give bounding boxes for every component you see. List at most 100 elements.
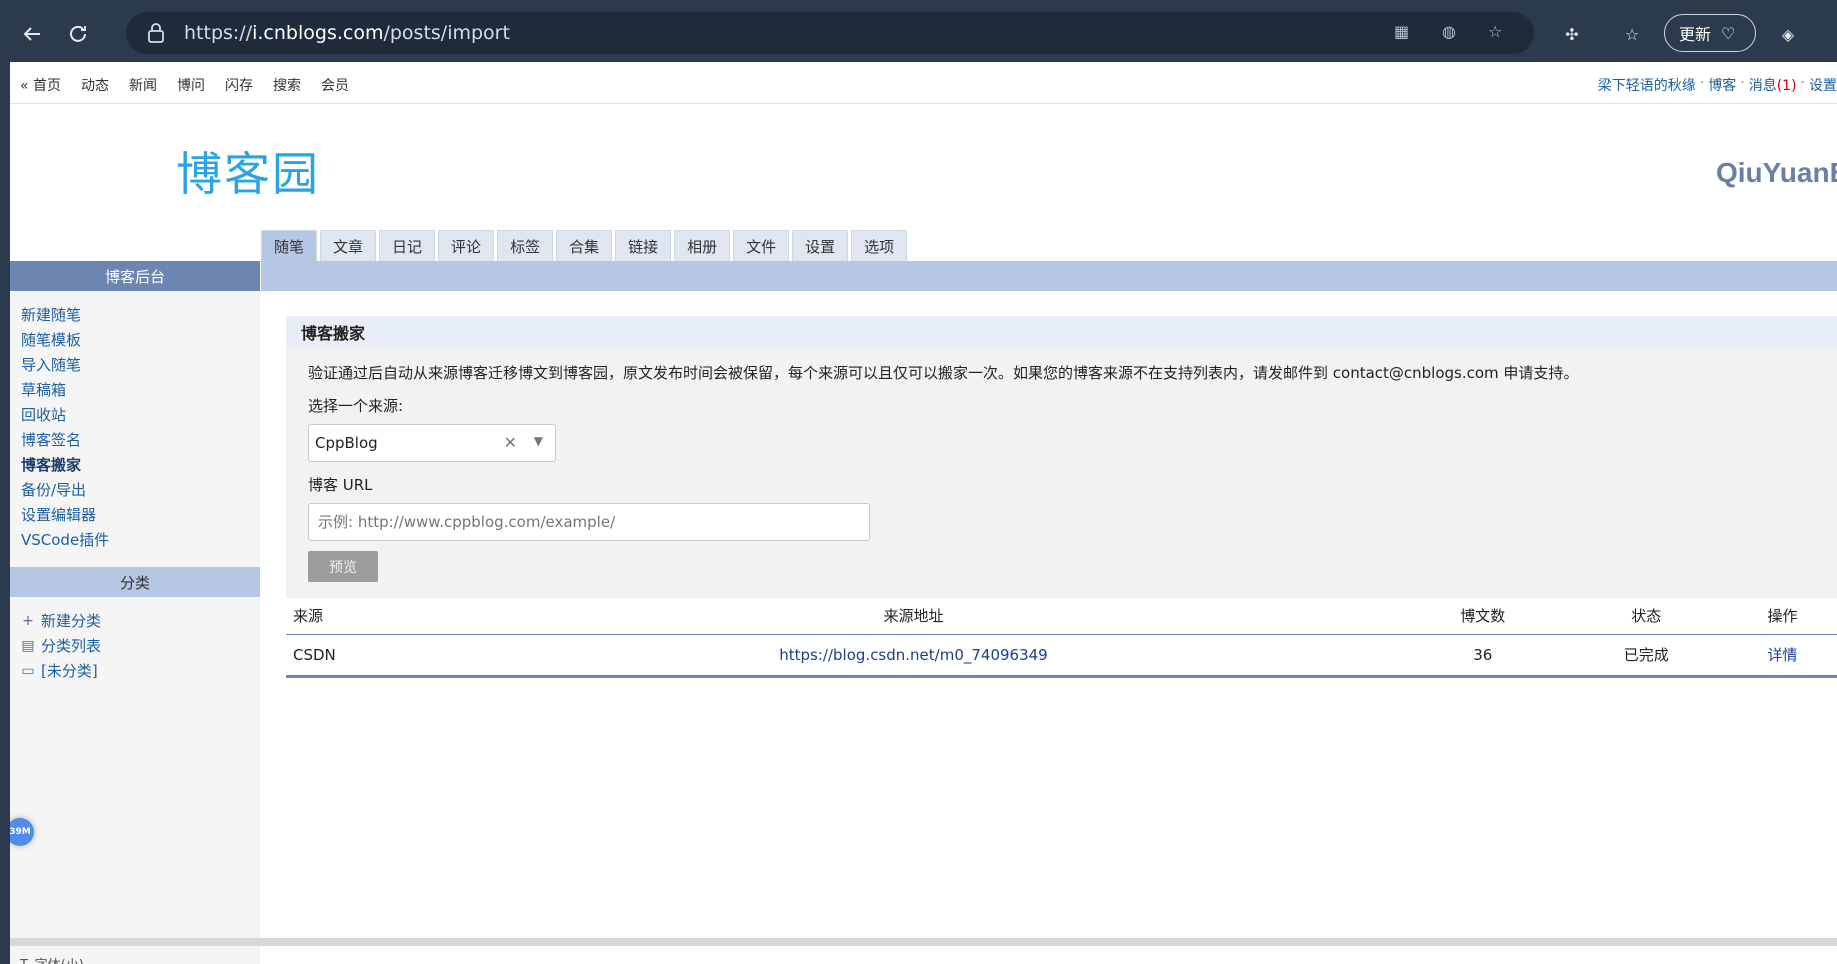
nav-search[interactable]: 搜索	[273, 75, 301, 95]
source-select[interactable]: CppBlog ✕ ▼	[308, 424, 556, 462]
browser-toolbar: https://i.cnblogs.com/posts/import ▦ ◍ ☆…	[0, 0, 1837, 62]
source-value: CppBlog	[315, 434, 378, 452]
import-history-table: 来源 来源地址 博文数 状态 操作 CSDN https://blog.csdn…	[286, 598, 1837, 678]
plus-icon: +	[22, 613, 34, 629]
refresh-button[interactable]	[58, 14, 98, 54]
favorite-star-icon[interactable]: ☆	[1488, 22, 1510, 44]
sidebar-item-new-post[interactable]: 新建随笔	[21, 303, 260, 328]
apps-icon[interactable]: ▦	[1394, 22, 1416, 44]
sidebar-menu: 新建随笔 随笔模板 导入随笔 草稿箱 回收站 博客签名 博客搬家 备份/导出 设…	[10, 291, 260, 553]
cell-address: https://blog.csdn.net/m0_74096349	[426, 634, 1402, 678]
copilot-icon: ◈	[1781, 24, 1795, 44]
extensions-button[interactable]: ✣	[1552, 14, 1592, 54]
sidebar-item-migrate[interactable]: 博客搬家	[21, 453, 260, 478]
table-row: CSDN https://blog.csdn.net/m0_74096349 3…	[286, 634, 1837, 678]
tab-comments[interactable]: 评论	[438, 230, 495, 262]
tab-files[interactable]: 文件	[733, 230, 790, 262]
cell-source: CSDN	[286, 634, 426, 678]
admin-tabs: 随笔 文章 日记 评论 标签 合集 链接 相册 文件 设置 选项	[261, 230, 908, 262]
category-new-label: 新建分类	[41, 612, 102, 630]
puzzle-icon: ✣	[1565, 24, 1579, 44]
folder-icon: ▭	[21, 663, 35, 679]
url-text: https://i.cnblogs.com/posts/import	[184, 22, 510, 44]
tab-posts[interactable]: 随笔	[261, 230, 318, 262]
category-header: 分类	[10, 567, 260, 597]
category-menu: + 新建分类 ▤ 分类列表 ▭ [未分类]	[10, 597, 260, 684]
sidebar-item-drafts[interactable]: 草稿箱	[21, 378, 260, 403]
category-new[interactable]: + 新建分类	[21, 609, 260, 634]
category-list-label: 分类列表	[41, 637, 102, 655]
details-link[interactable]: 详情	[1767, 646, 1797, 664]
footer-divider	[10, 938, 1837, 946]
blog-url-input[interactable]	[308, 503, 870, 541]
source-address-link[interactable]: https://blog.csdn.net/m0_74096349	[779, 646, 1047, 664]
category-uncategorized-label: [未分类]	[41, 662, 98, 680]
panel-title: 博客搬家	[286, 316, 1837, 348]
settings-link[interactable]: 设置	[1809, 75, 1837, 95]
tab-articles[interactable]: 文章	[320, 230, 377, 262]
cell-count: 36	[1401, 634, 1565, 678]
sidebar-item-backup[interactable]: 备份/导出	[21, 478, 260, 503]
category-list[interactable]: ▤ 分类列表	[21, 634, 260, 659]
back-button[interactable]	[12, 14, 52, 54]
tab-band	[261, 261, 1837, 291]
messages-link[interactable]: 消息(1)	[1749, 75, 1797, 95]
back-arrow-icon	[23, 27, 40, 41]
clear-icon[interactable]: ✕	[504, 433, 517, 452]
nav-qa[interactable]: 博问	[177, 75, 205, 95]
sidebar-item-editor[interactable]: 设置编辑器	[21, 503, 260, 528]
source-label: 选择一个来源:	[308, 397, 404, 415]
nav-news[interactable]: 新闻	[129, 75, 157, 95]
sidebar-item-import[interactable]: 导入随笔	[21, 353, 260, 378]
nav-home[interactable]: « 首页	[20, 75, 61, 95]
favorites-button[interactable]: ☆	[1612, 14, 1652, 54]
site-links: « 首页 动态 新闻 博问 闪存 搜索 会员	[20, 75, 349, 95]
tab-tags[interactable]: 标签	[497, 230, 554, 262]
lock-icon	[148, 23, 164, 43]
blog-owner-name: QiuYuanB	[1716, 157, 1837, 188]
preview-button[interactable]: 预览	[308, 551, 378, 582]
col-action: 操作	[1727, 598, 1837, 635]
tab-diary[interactable]: 日记	[379, 230, 436, 262]
chevron-down-icon[interactable]: ▼	[534, 434, 543, 448]
tab-settings[interactable]: 设置	[792, 230, 849, 262]
favorites-icon: ☆	[1624, 24, 1640, 44]
url-label: 博客 URL	[308, 476, 373, 494]
table-header-row: 来源 来源地址 博文数 状态 操作	[286, 598, 1837, 635]
update-label: 更新	[1679, 25, 1712, 44]
update-button[interactable]: 更新 ♡	[1664, 14, 1756, 52]
col-status: 状态	[1564, 598, 1728, 635]
edge-icon[interactable]: ◍	[1442, 22, 1464, 44]
category-uncategorized[interactable]: ▭ [未分类]	[21, 659, 260, 684]
user-link[interactable]: 梁下轻语的秋缘	[1598, 75, 1696, 95]
user-links: 梁下轻语的秋缘 · 博客 · 消息(1) · 设置	[1597, 75, 1837, 95]
refresh-icon	[70, 25, 86, 42]
tab-links[interactable]: 链接	[615, 230, 672, 262]
col-count: 博文数	[1401, 598, 1565, 635]
cell-action: 详情	[1727, 634, 1837, 678]
page: « 首页 动态 新闻 博问 闪存 搜索 会员 梁下轻语的秋缘 · 博客 · 消息…	[10, 62, 1837, 964]
tab-options[interactable]: 选项	[851, 230, 908, 262]
import-form: 验证通过后自动从来源博客迁移博文到博客园，原文发布时间会被保留，每个来源可以且仅…	[286, 348, 1837, 598]
message-count: (1)	[1776, 78, 1797, 94]
cell-status: 已完成	[1564, 634, 1728, 678]
nav-flash[interactable]: 闪存	[225, 75, 253, 95]
import-description: 验证通过后自动从来源博客迁移博文到博客园，原文发布时间会被保留，每个来源可以且仅…	[308, 364, 1579, 382]
sidebar-item-trash[interactable]: 回收站	[21, 403, 260, 428]
cnblogs-logo[interactable]: 博客园	[176, 138, 320, 204]
copilot-button[interactable]: ◈	[1768, 14, 1808, 54]
blog-link[interactable]: 博客	[1708, 75, 1736, 95]
list-icon: ▤	[21, 638, 35, 654]
tab-collections[interactable]: 合集	[556, 230, 613, 262]
nav-member[interactable]: 会员	[321, 75, 349, 95]
address-bar[interactable]: https://i.cnblogs.com/posts/import ▦ ◍ ☆	[126, 12, 1534, 54]
sidebar: 博客后台 新建随笔 随笔模板 导入随笔 草稿箱 回收站 博客签名 博客搬家 备份…	[10, 261, 260, 964]
tab-albums[interactable]: 相册	[674, 230, 731, 262]
sidebar-item-signature[interactable]: 博客签名	[21, 428, 260, 453]
sidebar-item-vscode[interactable]: VSCode插件	[21, 528, 260, 553]
sidebar-item-templates[interactable]: 随笔模板	[21, 328, 260, 353]
col-source: 来源	[286, 598, 426, 635]
sidebar-header: 博客后台	[10, 261, 260, 291]
nav-feed[interactable]: 动态	[81, 75, 109, 95]
footer-font-size[interactable]: T. 字体(小)	[20, 954, 84, 964]
